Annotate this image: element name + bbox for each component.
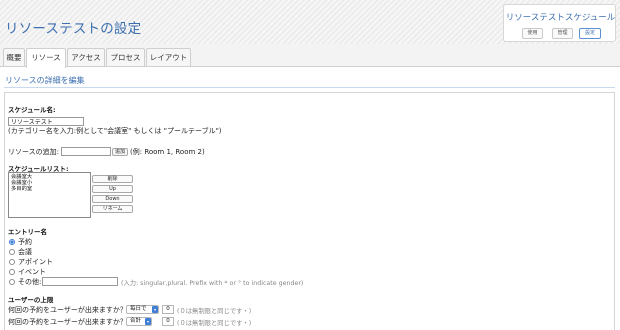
- limit-period-select[interactable]: 合計 ▾: [126, 317, 152, 326]
- radio-label: アポイント: [18, 257, 53, 266]
- limit-question: 何回の予約をユーザーが出来ますか？: [8, 306, 127, 314]
- schedule-box: リソーステストスケジュール 使用 管理 設定: [503, 4, 616, 42]
- tab-overview[interactable]: 概要: [3, 48, 25, 67]
- entry-option-appointment[interactable]: アポイント: [9, 257, 53, 266]
- entry-name-label: エントリー名: [8, 228, 47, 236]
- schedule-box-title[interactable]: リソーステストスケジュール: [504, 11, 617, 23]
- schedule-name-hint: (カテゴリー名を入力:例として"会議室" もしくは "プールテーブル"): [8, 127, 222, 135]
- limit-count-input[interactable]: 0: [162, 305, 174, 314]
- entry-option-other[interactable]: その他:: [9, 277, 41, 286]
- tab-access[interactable]: アクセス: [67, 48, 105, 67]
- limit-note: (０は無制限と同じです・): [177, 320, 252, 327]
- down-button[interactable]: Down: [92, 195, 133, 203]
- schedule-listbox[interactable]: 会議室大 会議室小 多目的室: [8, 172, 91, 218]
- up-button[interactable]: Up: [92, 185, 133, 193]
- radio-label: その他:: [18, 277, 42, 286]
- section-divider: [4, 87, 615, 88]
- schedule-name-input[interactable]: [8, 117, 84, 126]
- add-resource-example: (例: Room 1, Room 2): [130, 148, 205, 156]
- radio-button[interactable]: [9, 258, 15, 265]
- limit-note: (０は無制限と同じです・): [177, 308, 252, 315]
- add-resource-button[interactable]: 追加: [112, 148, 128, 156]
- delete-button[interactable]: 削除: [92, 175, 133, 183]
- radio-label: 予約: [18, 237, 32, 246]
- tab-process[interactable]: プロセス: [106, 48, 145, 67]
- select-value: 合計: [130, 318, 142, 324]
- select-value: 毎日で: [130, 306, 147, 312]
- list-item[interactable]: 多目的室: [11, 186, 88, 192]
- schedule-name-label: スケジュール名:: [8, 106, 56, 114]
- tab-resources[interactable]: リソース: [26, 48, 66, 68]
- radio-button[interactable]: [9, 238, 15, 245]
- radio-button[interactable]: [9, 278, 15, 285]
- radio-label: 会議: [18, 247, 32, 256]
- page-title: リソーステストの設定: [5, 21, 142, 37]
- add-resource-input[interactable]: [61, 147, 111, 156]
- other-entry-input[interactable]: [42, 277, 118, 286]
- settings-button[interactable]: 設定: [579, 28, 601, 39]
- entry-option-meeting[interactable]: 会議: [9, 247, 32, 256]
- rename-button[interactable]: リネーム: [92, 205, 133, 213]
- limit-question: 何回の予約をユーザーが出来ますか？: [8, 318, 127, 326]
- other-entry-hint: (入力: singular,plural. Prefix with * or °…: [121, 280, 304, 287]
- entry-option-event[interactable]: イベント: [9, 267, 46, 276]
- limit-period-select[interactable]: 毎日で ▾: [126, 305, 159, 314]
- manage-button[interactable]: 管理: [552, 28, 573, 39]
- radio-button[interactable]: [9, 268, 15, 275]
- select-caret-icon: ▾: [152, 306, 158, 313]
- section-title: リソースの詳細を編集: [5, 76, 85, 85]
- radio-button[interactable]: [9, 248, 15, 255]
- tab-layout[interactable]: レイアウト: [146, 48, 191, 67]
- select-caret-icon: ▾: [145, 318, 151, 325]
- add-resource-label: リソースの追加:: [8, 148, 60, 156]
- limit-count-input[interactable]: 0: [162, 317, 174, 326]
- use-button[interactable]: 使用: [522, 28, 543, 39]
- radio-label: イベント: [18, 267, 46, 276]
- entry-option-reservation[interactable]: 予約: [9, 237, 32, 246]
- user-limit-label: ユーザーの上限: [8, 296, 54, 304]
